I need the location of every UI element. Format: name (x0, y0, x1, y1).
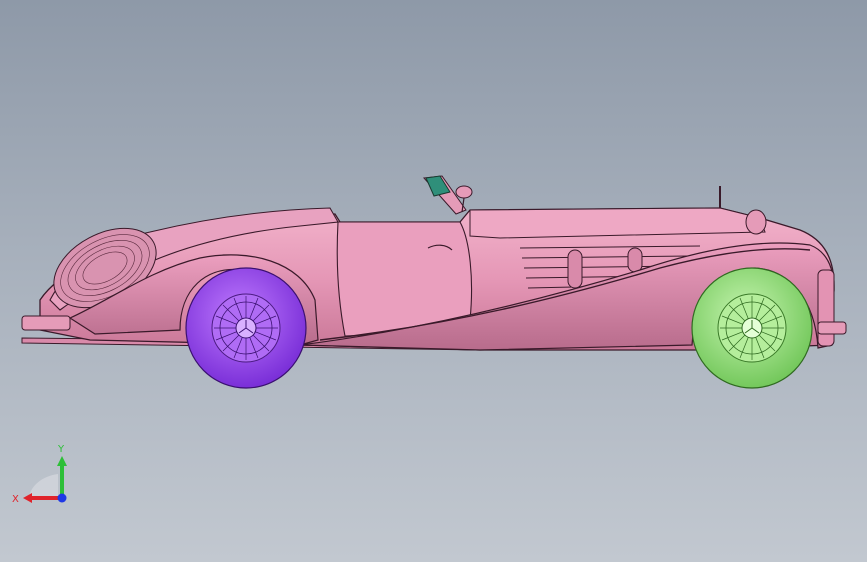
front-wheel (691, 267, 813, 389)
front-bumper (817, 321, 847, 335)
exhaust-pipe (627, 247, 643, 273)
headlamp (745, 209, 767, 235)
rear-wheel (185, 267, 307, 389)
orientation-triad[interactable]: Y X (10, 438, 80, 508)
windshield-glass (425, 175, 451, 197)
z-axis (57, 493, 67, 503)
y-axis-label: Y (57, 444, 65, 455)
side-mirror (455, 185, 473, 199)
exhaust-pipe (567, 249, 583, 289)
car-model-3d-view[interactable] (0, 0, 867, 562)
hood (469, 207, 766, 239)
cad-viewport[interactable]: Y X (0, 0, 867, 562)
radiator-grille (817, 269, 835, 347)
x-axis-label: X (12, 494, 19, 505)
rear-bumper (21, 315, 71, 331)
